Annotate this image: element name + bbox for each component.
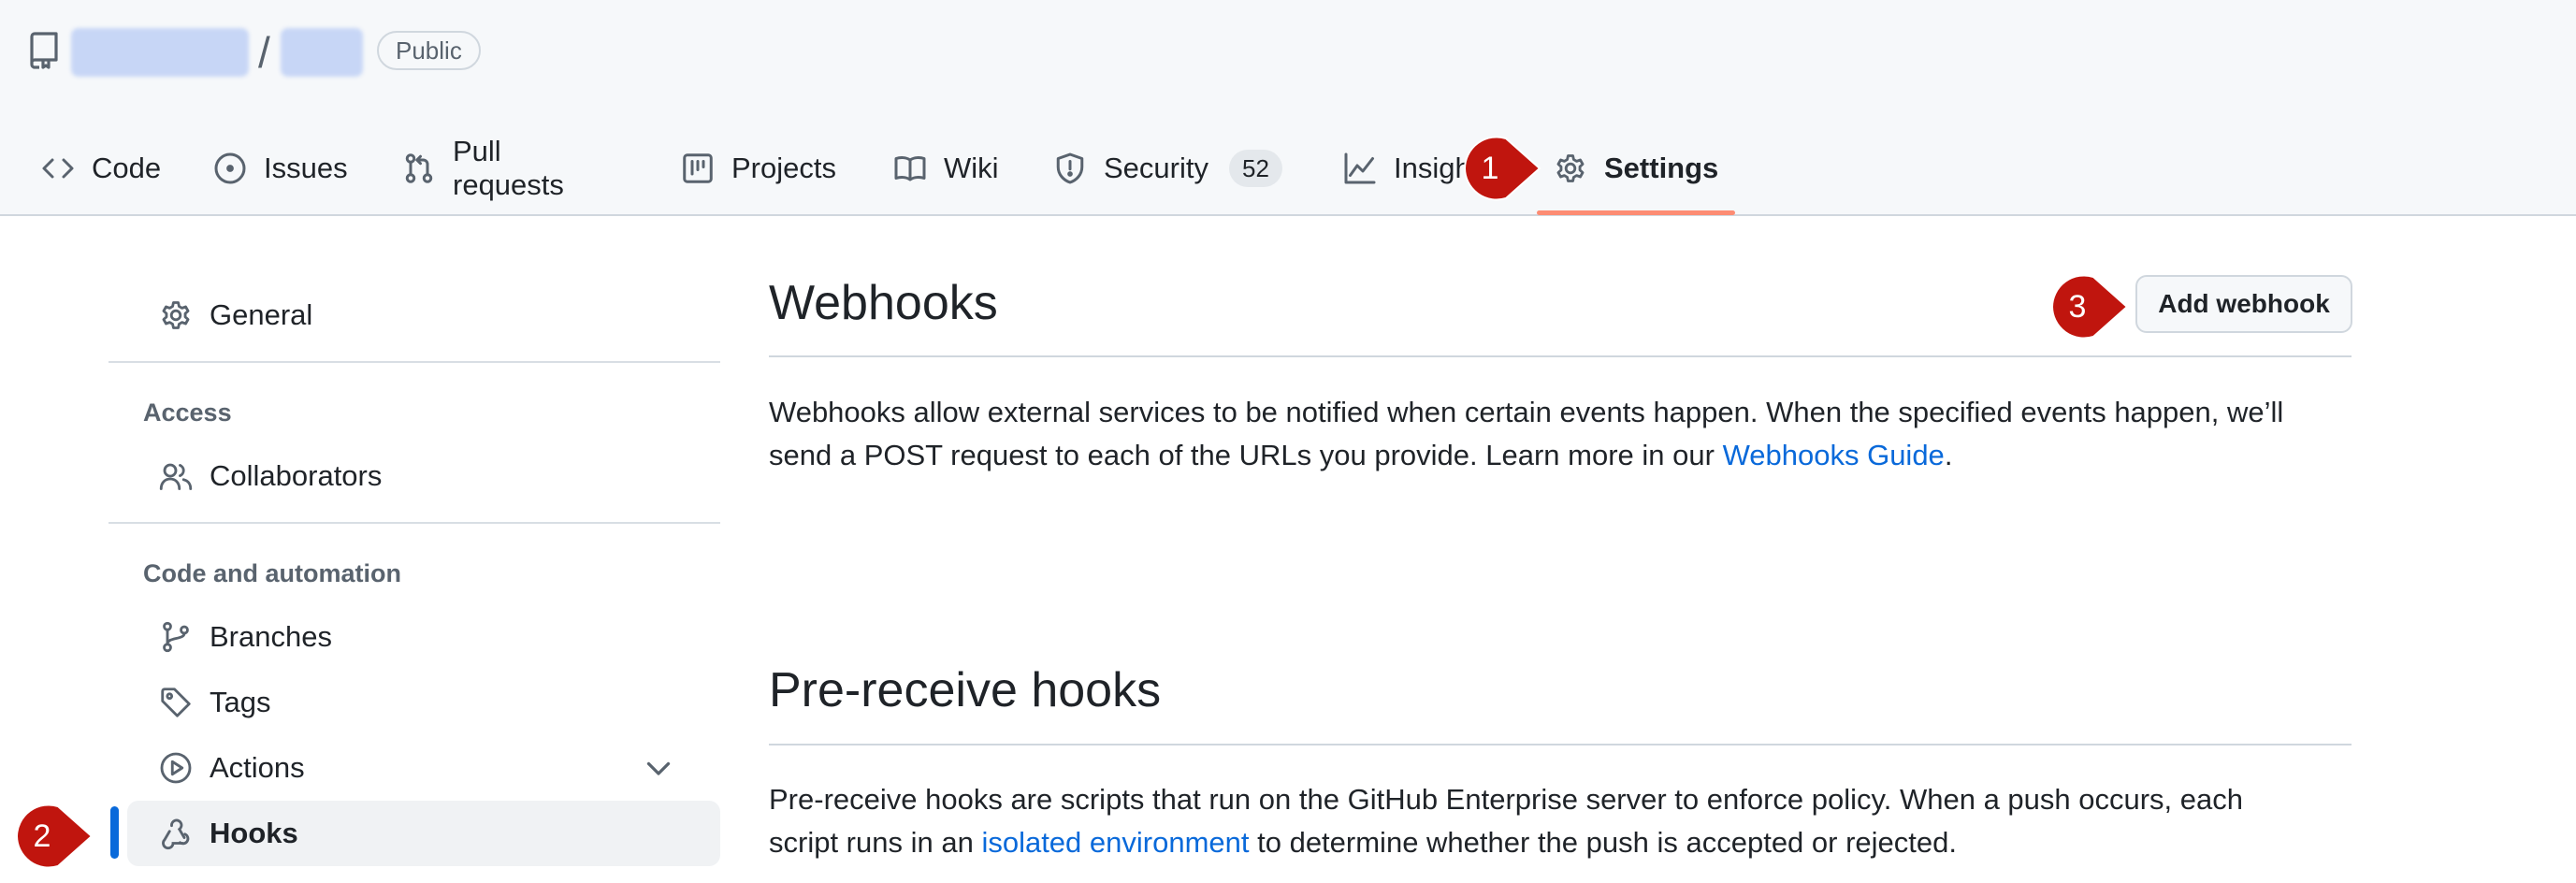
add-webhook-button[interactable]: Add webhook bbox=[2135, 275, 2352, 333]
repo-path-separator: / bbox=[258, 28, 270, 77]
sidebar-item-label: Tags bbox=[210, 686, 271, 718]
tab-wiki[interactable]: Wiki bbox=[893, 138, 999, 198]
sidebar-item-general[interactable]: General bbox=[127, 282, 720, 348]
people-icon bbox=[159, 463, 193, 490]
tab-label: Pull requests bbox=[453, 135, 564, 201]
sidebar-item-label: General bbox=[210, 298, 313, 331]
description-text: script runs in an bbox=[769, 826, 982, 859]
webhooks-guide-link[interactable]: Webhooks Guide bbox=[1723, 439, 1945, 471]
tab-label: Settings bbox=[1604, 152, 1719, 184]
tab-pull-requests[interactable]: Pull requests bbox=[402, 135, 564, 201]
tab-label: Wiki bbox=[944, 152, 999, 184]
tag-icon bbox=[161, 688, 191, 717]
gear-icon bbox=[162, 301, 190, 329]
sidebar-item-label: Collaborators bbox=[210, 459, 383, 492]
selected-tab-underline bbox=[1537, 210, 1735, 215]
tab-label: Insigh bbox=[1394, 152, 1471, 184]
callout-number: 3 bbox=[2068, 289, 2087, 325]
description-text: send a POST request to each of the URLs … bbox=[769, 439, 1723, 471]
prereceive-description-line: Pre-receive hooks are scripts that run o… bbox=[769, 783, 2244, 816]
git-pull-request-icon bbox=[405, 153, 433, 183]
sidebar-item-tags[interactable]: Tags bbox=[127, 670, 720, 735]
isolated-environment-link[interactable]: isolated environment bbox=[981, 826, 1249, 859]
prereceive-description: Pre-receive hooks are scripts that run o… bbox=[769, 778, 2352, 864]
tab-issues[interactable]: Issues bbox=[213, 138, 348, 198]
description-text: to determine whether the push is accepte… bbox=[1249, 826, 1957, 859]
sidebar-divider bbox=[109, 522, 720, 524]
sidebar-item-label: Hooks bbox=[210, 817, 298, 849]
sidebar-divider bbox=[109, 361, 720, 363]
book-icon bbox=[894, 156, 926, 181]
sidebar-item-label: Branches bbox=[210, 620, 332, 653]
visibility-badge: Public bbox=[377, 31, 481, 70]
webhooks-description: Webhooks allow external services to be n… bbox=[769, 391, 2352, 477]
shield-icon bbox=[1056, 152, 1084, 184]
security-alert-counter: 52 bbox=[1228, 150, 1282, 187]
sidebar-item-actions[interactable]: Actions bbox=[127, 735, 720, 801]
graph-icon bbox=[1344, 152, 1376, 184]
callout-number: 2 bbox=[33, 818, 51, 854]
gear-icon bbox=[1556, 154, 1585, 182]
sidebar-item-hooks[interactable]: Hooks bbox=[127, 801, 720, 866]
tab-code[interactable]: Code bbox=[41, 138, 161, 198]
play-icon bbox=[160, 752, 192, 784]
section-divider bbox=[769, 355, 2352, 357]
webhook-icon bbox=[162, 818, 190, 850]
sidebar-heading-access: Access bbox=[143, 398, 232, 427]
git-branch-icon bbox=[163, 621, 189, 653]
repo-owner-redacted[interactable] bbox=[71, 28, 249, 77]
tab-projects[interactable]: Projects bbox=[681, 138, 836, 198]
sidebar-heading-code-automation: Code and automation bbox=[143, 559, 401, 587]
tab-settings[interactable]: Settings bbox=[1554, 138, 1718, 198]
sidebar-item-label: Actions bbox=[210, 751, 305, 784]
sidebar-item-branches[interactable]: Branches bbox=[127, 604, 720, 670]
section-divider bbox=[769, 744, 2352, 745]
tab-label: Projects bbox=[731, 152, 836, 184]
tab-label: Security bbox=[1104, 152, 1208, 184]
description-text: . bbox=[1944, 439, 1953, 471]
tab-insights[interactable]: Insigh bbox=[1343, 138, 1471, 198]
tab-label: Issues bbox=[264, 152, 348, 184]
chevron-down-icon[interactable] bbox=[642, 751, 675, 785]
repo-icon bbox=[30, 32, 58, 69]
repo-header: / Public Code Issues Pull requests Proje… bbox=[0, 0, 2576, 216]
callout-number: 1 bbox=[1481, 151, 1499, 186]
prereceive-description-line: script runs in an isolated environment t… bbox=[769, 821, 2352, 864]
webhooks-description-line: send a POST request to each of the URLs … bbox=[769, 434, 2352, 477]
sidebar-active-indicator bbox=[110, 806, 119, 859]
prereceive-hooks-title: Pre-receive hooks bbox=[769, 663, 1162, 717]
repo-name-redacted[interactable] bbox=[281, 28, 363, 77]
code-icon bbox=[42, 158, 74, 179]
tab-label: Code bbox=[92, 152, 162, 184]
webhooks-title: Webhooks bbox=[769, 276, 998, 330]
sidebar-item-collaborators[interactable]: Collaborators bbox=[127, 443, 720, 509]
tab-security[interactable]: Security 52 bbox=[1053, 138, 1282, 198]
callout-marker-2: 2 bbox=[13, 801, 94, 872]
table-icon bbox=[683, 153, 713, 183]
issue-opened-icon bbox=[214, 152, 246, 184]
webhooks-description-line: Webhooks allow external services to be n… bbox=[769, 396, 2284, 428]
callout-marker-1: 1 bbox=[1461, 133, 1541, 204]
callout-marker-3: 3 bbox=[2048, 271, 2129, 342]
